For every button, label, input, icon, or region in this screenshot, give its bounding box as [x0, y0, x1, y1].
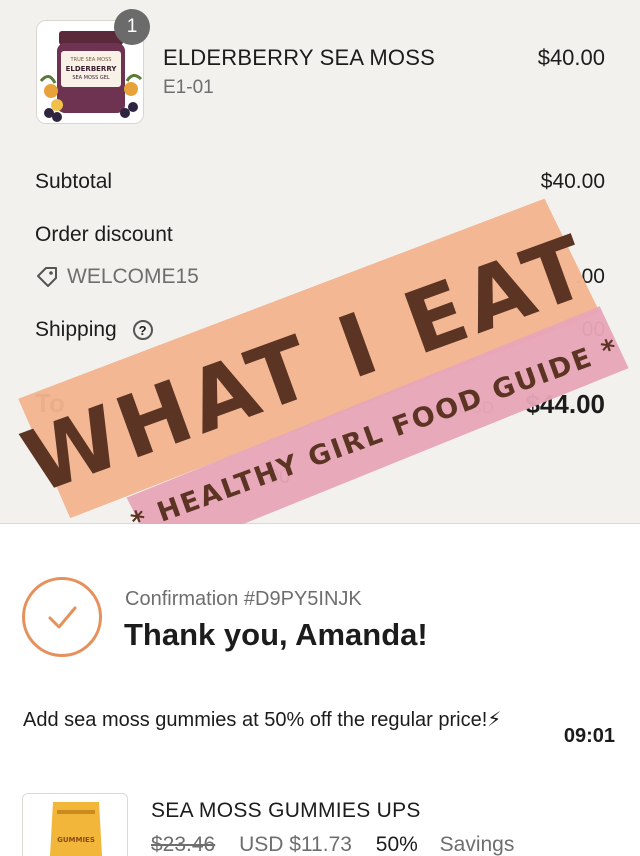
sticker-subline: * HEALTHY GIRL FOOD GUIDE * [127, 332, 623, 524]
sticker-headline: WHAT I EAT [11, 216, 604, 513]
item-name: ELDERBERRY SEA MOSS [163, 45, 435, 70]
discount-code-text: WELCOME15 [67, 265, 199, 288]
savings-label: Savings [439, 833, 515, 856]
total-value: $44.00 [525, 389, 605, 419]
jar-subtitle-text: SEA MOSS GEL [72, 75, 110, 81]
tag-icon [37, 267, 57, 287]
discount-code: WELCOME15 [35, 265, 199, 289]
discount-percent: 50% [375, 833, 418, 856]
total-currency: USD [458, 398, 494, 417]
shipping-label: Shipping [35, 318, 117, 341]
shipping-row: Shipping ? [35, 318, 153, 342]
quantity-badge: 1 [114, 9, 150, 45]
upsell-product-name[interactable]: SEA MOSS GUMMIES UPS [151, 799, 421, 823]
pouch-label: GUMMIES [57, 836, 95, 844]
jar-title-text: ELDERBERRY [66, 65, 118, 73]
upsell-price-row: $23.46 USD $11.73 50% Savings [151, 833, 514, 856]
thank-you-heading: Thank you, Amanda! [124, 617, 428, 652]
discount-value: .00 [575, 265, 605, 288]
gummies-pouch-image: GUMMIES [23, 794, 127, 856]
original-price: $23.46 [151, 833, 216, 856]
subtotal-label: Subtotal [35, 170, 113, 193]
confirmation-check-icon [22, 577, 102, 657]
item-variant: E1-01 [163, 77, 214, 98]
help-icon[interactable]: ? [132, 320, 153, 341]
total-label: To [35, 388, 65, 418]
countdown-timer: 09:01 [563, 725, 615, 747]
sale-price: USD $11.73 [239, 833, 352, 856]
confirmation-number: Confirmation #D9PY5INJK [125, 588, 362, 610]
subtotal-value: $40.00 [540, 170, 605, 193]
savings-value: 00 [268, 466, 291, 488]
item-price: $40.00 [537, 45, 605, 70]
shipping-value: 00 [581, 318, 605, 341]
upsell-message: Add sea moss gummies at 50% off the regu… [23, 709, 502, 731]
jar-brand-text: TRUE SEA MOSS [70, 57, 112, 63]
order-discount-label: Order discount [35, 223, 173, 246]
gummies-thumbnail[interactable]: GUMMIES [22, 793, 128, 856]
order-summary-panel: TRUE SEA MOSS ELDERBERRY SEA MOSS GEL 1 … [0, 0, 640, 524]
